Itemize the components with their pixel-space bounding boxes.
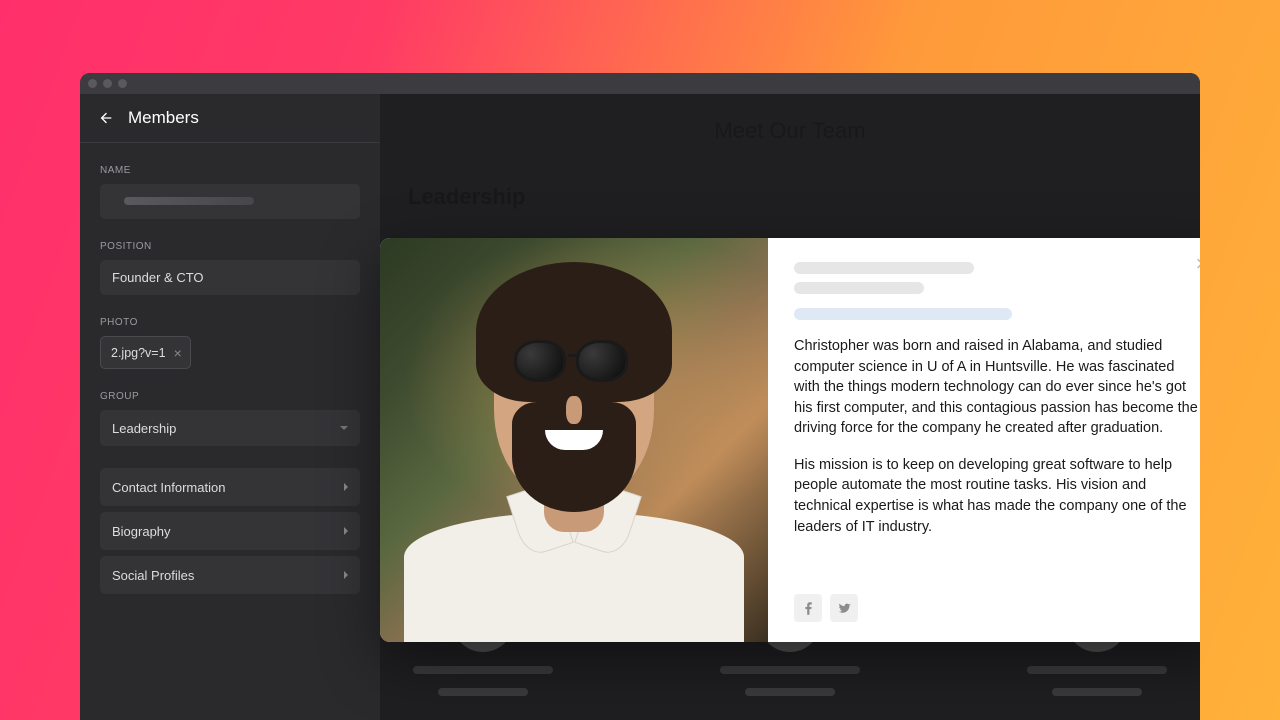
position-label: POSITION — [100, 241, 360, 252]
caret-down-icon — [340, 426, 348, 430]
accordion-biography[interactable]: Biography — [100, 512, 360, 550]
name-field-group: NAME — [100, 165, 360, 219]
back-arrow-icon[interactable] — [98, 110, 114, 126]
member-biography: Christopher was born and raised in Alaba… — [794, 336, 1200, 553]
member-name-blurred — [794, 262, 974, 274]
workspace: Members NAME POSITION PHOTO 2.jpg?v=1 — [80, 94, 1200, 720]
facebook-icon[interactable] — [794, 594, 822, 622]
chevron-right-icon — [344, 527, 348, 535]
name-input[interactable] — [100, 184, 360, 219]
name-label: NAME — [100, 165, 360, 176]
photo-label: PHOTO — [100, 317, 360, 328]
member-position-blurred — [794, 282, 924, 294]
group-select[interactable]: Leadership — [100, 410, 360, 446]
window-dot — [88, 79, 97, 88]
position-field-group: POSITION — [100, 241, 360, 295]
modal-body: × Christopher was born and raised in Ala… — [768, 238, 1200, 642]
photo-chip[interactable]: 2.jpg?v=1 × — [100, 336, 191, 369]
chevron-right-icon — [344, 483, 348, 491]
window-dot — [103, 79, 112, 88]
accordion-label: Social Profiles — [112, 568, 194, 583]
group-label: GROUP — [100, 391, 360, 402]
group-value: Leadership — [112, 421, 176, 436]
name-blurred-value — [124, 197, 254, 205]
remove-photo-icon[interactable]: × — [174, 346, 182, 360]
accordion-label: Contact Information — [112, 480, 225, 495]
accordion-social-profiles[interactable]: Social Profiles — [100, 556, 360, 594]
photo-field-group: PHOTO 2.jpg?v=1 × — [100, 317, 360, 369]
window-titlebar — [80, 73, 1200, 94]
accordion-contact-information[interactable]: Contact Information — [100, 468, 360, 506]
photo-filename: 2.jpg?v=1 — [111, 346, 166, 360]
sidebar-header: Members — [80, 94, 380, 143]
member-photo — [380, 238, 768, 642]
sidebar-title: Members — [128, 108, 199, 128]
member-email-blurred — [794, 308, 1012, 320]
position-input[interactable] — [100, 260, 360, 295]
twitter-icon[interactable] — [830, 594, 858, 622]
accordion-label: Biography — [112, 524, 171, 539]
window-dot — [118, 79, 127, 88]
member-detail-modal: × Christopher was born and raised in Ala… — [380, 238, 1200, 642]
app-window: Members NAME POSITION PHOTO 2.jpg?v=1 — [80, 73, 1200, 720]
close-icon[interactable]: × — [1190, 252, 1200, 276]
sidebar-body: NAME POSITION PHOTO 2.jpg?v=1 × — [80, 143, 380, 622]
bio-paragraph: His mission is to keep on developing gre… — [794, 455, 1200, 537]
portrait-illustration — [380, 238, 768, 642]
editor-sidebar: Members NAME POSITION PHOTO 2.jpg?v=1 — [80, 94, 380, 720]
chevron-right-icon — [344, 571, 348, 579]
bio-paragraph: Christopher was born and raised in Alaba… — [794, 336, 1200, 439]
social-links — [794, 594, 1200, 622]
